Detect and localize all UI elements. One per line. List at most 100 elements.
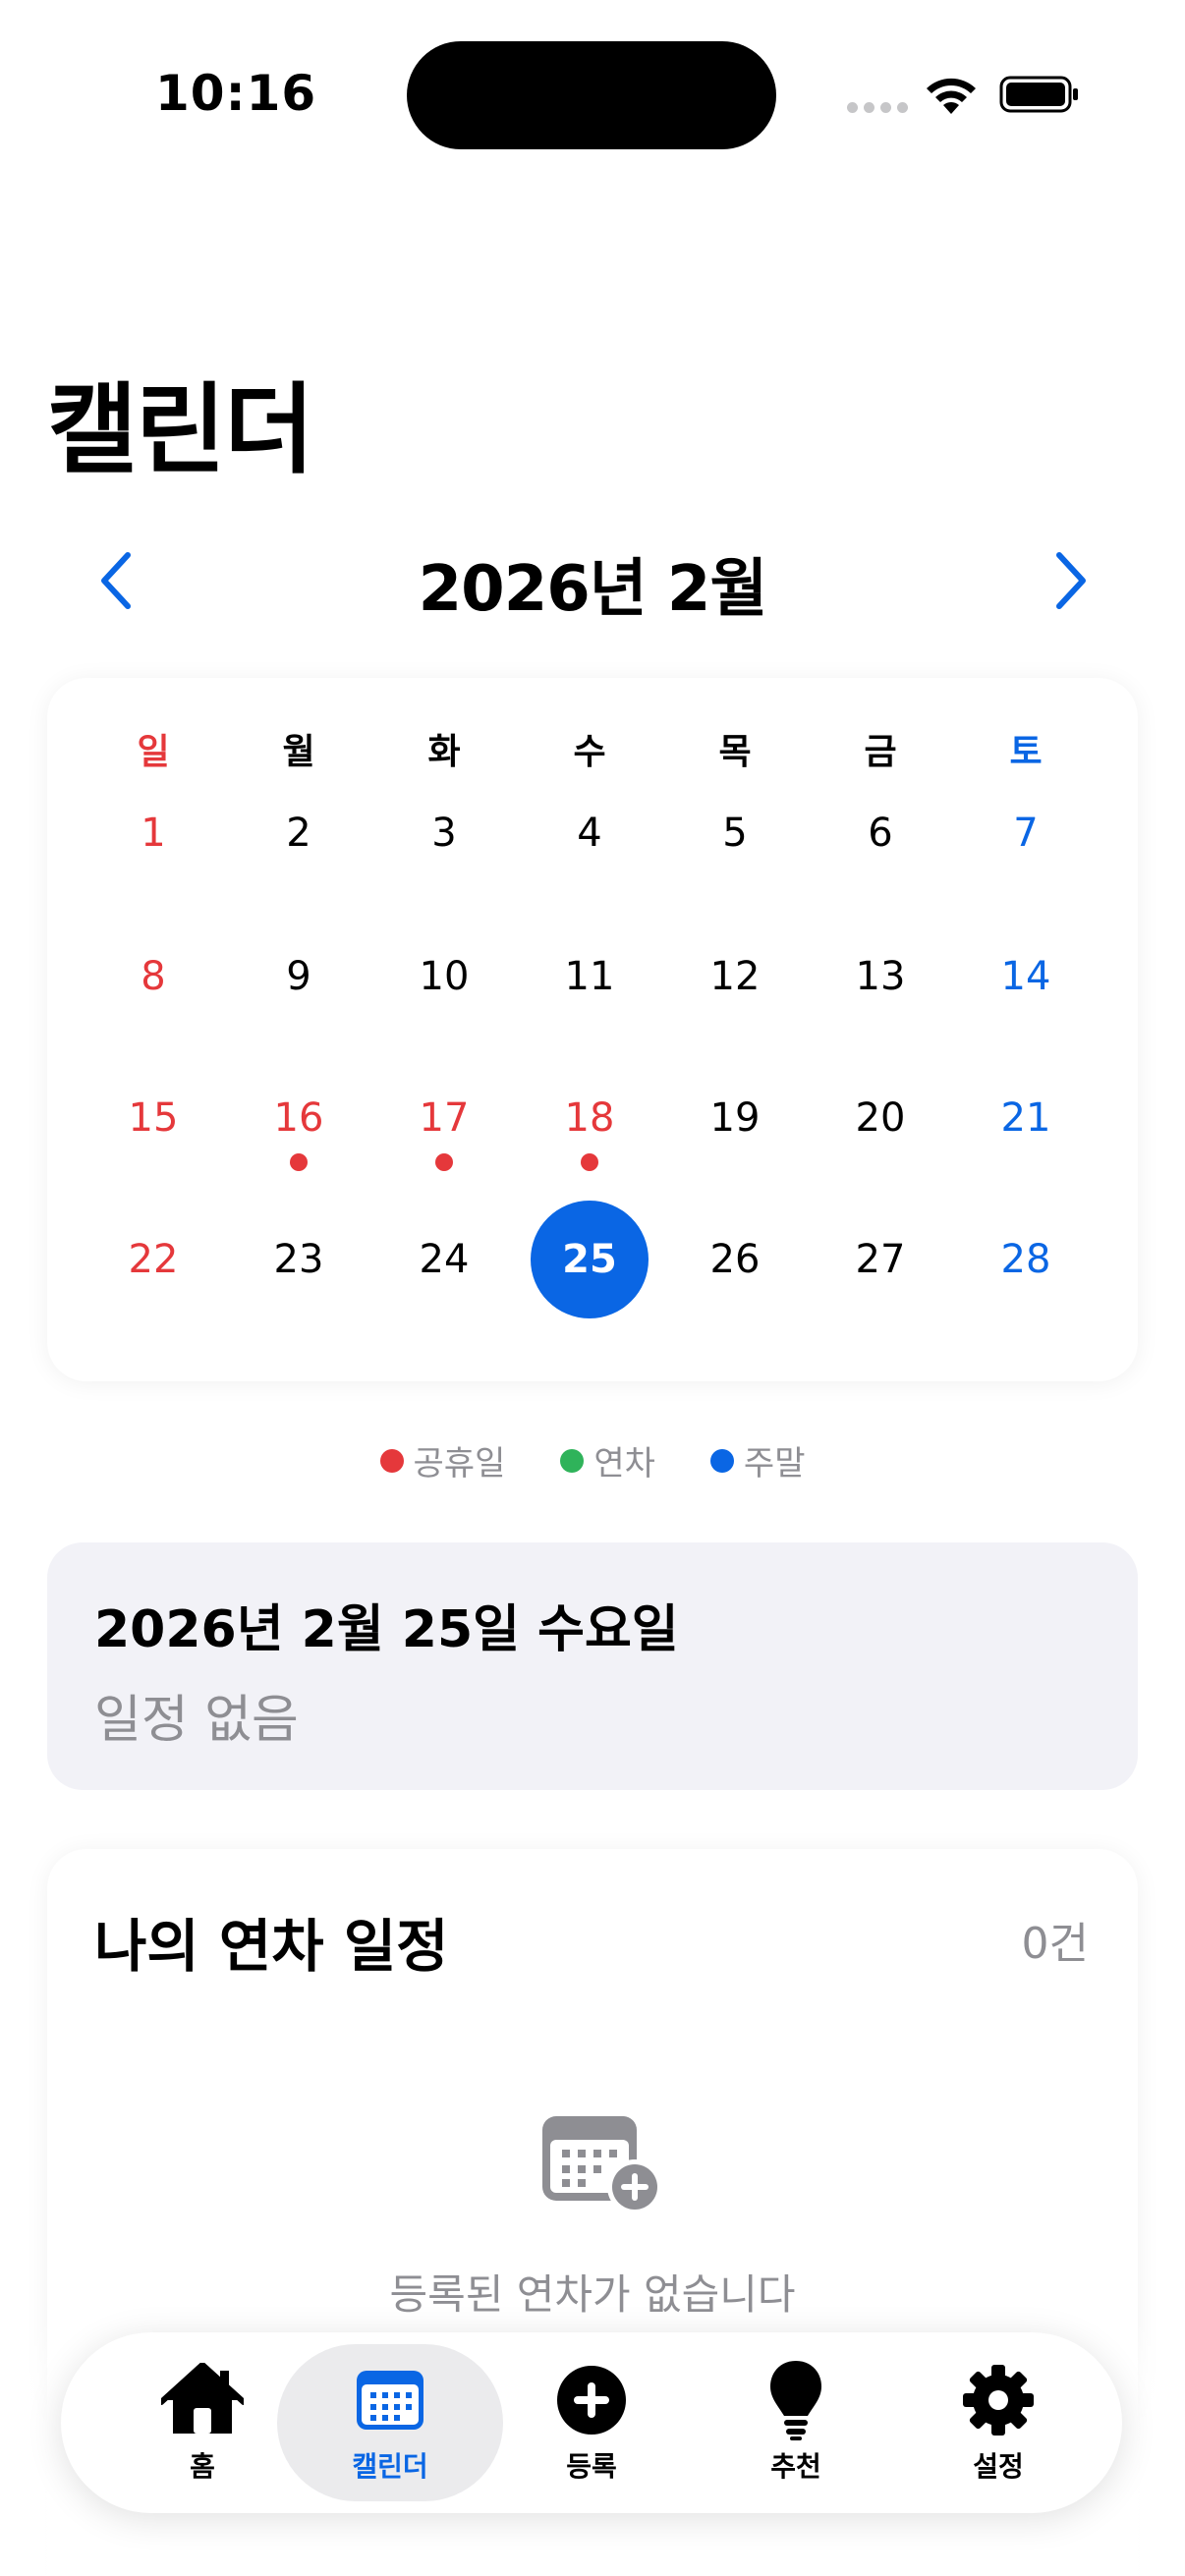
calendar-day-number: 19 bbox=[709, 1095, 761, 1141]
calendar-day-number: 22 bbox=[128, 1237, 179, 1282]
calendar-day[interactable]: 10 bbox=[385, 918, 503, 1036]
tab-register-label: 등록 bbox=[566, 2450, 617, 2483]
calendar-day-selected[interactable]: 25 bbox=[531, 1201, 649, 1318]
house-icon bbox=[161, 2361, 244, 2439]
weekday-header: 수 bbox=[573, 732, 606, 772]
legend-label: 연차 bbox=[593, 1444, 655, 1484]
tab-register[interactable]: 등록 bbox=[485, 2344, 698, 2501]
tab-home-label: 홈 bbox=[190, 2450, 215, 2483]
legend-dot bbox=[379, 1448, 404, 1473]
calendar-day[interactable]: 11 bbox=[531, 918, 649, 1036]
calendar-day[interactable]: 26 bbox=[676, 1201, 794, 1318]
calendar-day-number: 21 bbox=[1000, 1095, 1051, 1141]
calendar-screen: 10:16 캘린더 2026년 2월 일 월 화 수 목 금 토 1 2 3 4 5 6 7 8 9 10 11 1… bbox=[0, 0, 1185, 2576]
tab-settings[interactable]: 설정 bbox=[892, 2344, 1104, 2501]
tab-calendar[interactable]: 캘린더 bbox=[277, 2344, 503, 2501]
legend-label: 공휴일 bbox=[413, 1444, 506, 1484]
calendar-day-number: 25 bbox=[562, 1237, 617, 1282]
calendar-day[interactable]: 27 bbox=[821, 1201, 939, 1318]
holiday-dot bbox=[435, 1153, 453, 1171]
calendar-day[interactable]: 4 bbox=[531, 774, 649, 892]
legend-dot bbox=[560, 1448, 585, 1473]
calendar-day[interactable]: 23 bbox=[240, 1201, 358, 1318]
calendar-grid: 일 월 화 수 목 금 토 1 2 3 4 5 6 7 8 9 10 11 12 13 14 15 16 17 18 19 20 21… bbox=[47, 678, 1138, 1381]
weekday-header: 토 bbox=[1009, 732, 1043, 772]
calendar-day[interactable]: 28 bbox=[967, 1201, 1085, 1318]
calendar-day-number: 2 bbox=[286, 811, 311, 856]
legend-label: 주말 bbox=[743, 1444, 806, 1484]
calendar-day-number: 10 bbox=[419, 954, 470, 999]
calendar-day[interactable]: 24 bbox=[385, 1201, 503, 1318]
calendar-day[interactable]: 9 bbox=[240, 918, 358, 1036]
tab-calendar-label: 캘린더 bbox=[352, 2450, 428, 2483]
cellular-signal-icon bbox=[847, 102, 908, 113]
calendar-day-number: 28 bbox=[1000, 1237, 1051, 1282]
calendar-day[interactable]: 2 bbox=[240, 774, 358, 892]
calendar-day-number: 24 bbox=[419, 1237, 470, 1282]
calendar-day[interactable]: 5 bbox=[676, 774, 794, 892]
calendar-day-number: 12 bbox=[709, 954, 761, 999]
weekday-header: 목 bbox=[718, 732, 752, 772]
calendar-day-number: 14 bbox=[1000, 954, 1051, 999]
calendar-day[interactable]: 12 bbox=[676, 918, 794, 1036]
calendar-day-number: 4 bbox=[577, 811, 602, 856]
next-month-button[interactable] bbox=[1040, 546, 1102, 615]
selected-date-title: 2026년 2월 25일 수요일 bbox=[94, 1600, 679, 1659]
selected-date-empty: 일정 없음 bbox=[94, 1691, 299, 1750]
calendar-day[interactable]: 18 bbox=[531, 1059, 649, 1177]
tab-settings-label: 설정 bbox=[973, 2450, 1024, 2483]
legend-dot bbox=[709, 1448, 734, 1473]
selected-date-card: 2026년 2월 25일 수요일 일정 없음 bbox=[47, 1542, 1138, 1790]
calendar-day-number: 27 bbox=[855, 1237, 906, 1282]
plus-circle-icon bbox=[550, 2361, 633, 2439]
calendar-plus-icon bbox=[542, 2116, 662, 2214]
calendar-day[interactable]: 22 bbox=[94, 1201, 212, 1318]
calendar-day-number: 20 bbox=[855, 1095, 906, 1141]
status-time: 10:16 bbox=[155, 65, 317, 122]
tab-bar: 홈 캘린더 등록 추천 설정 bbox=[61, 2332, 1122, 2513]
calendar-day[interactable]: 17 bbox=[385, 1059, 503, 1177]
calendar-day[interactable]: 16 bbox=[240, 1059, 358, 1177]
legend-item: 연차 bbox=[560, 1436, 655, 1484]
calendar-day-number: 7 bbox=[1013, 811, 1039, 856]
calendar-legend: 공휴일 연차 주말 bbox=[0, 1436, 1185, 1484]
calendar-day-number: 9 bbox=[286, 954, 311, 999]
calendar-day-number: 8 bbox=[141, 954, 166, 999]
calendar-day-number: 18 bbox=[564, 1095, 615, 1141]
tab-recommend-label: 추천 bbox=[770, 2450, 821, 2483]
leave-schedule-count: 0건 bbox=[1021, 1919, 1089, 1969]
page-title: 캘린더 bbox=[47, 372, 314, 487]
calendar-day[interactable]: 19 bbox=[676, 1059, 794, 1177]
calendar-day[interactable]: 13 bbox=[821, 918, 939, 1036]
calendar-day[interactable]: 1 bbox=[94, 774, 212, 892]
calendar-day[interactable]: 15 bbox=[94, 1059, 212, 1177]
calendar-day-number: 1 bbox=[141, 811, 166, 856]
holiday-dot bbox=[290, 1153, 308, 1171]
calendar-day[interactable]: 7 bbox=[967, 774, 1085, 892]
tab-recommend[interactable]: 추천 bbox=[690, 2344, 902, 2501]
calendar-day[interactable]: 6 bbox=[821, 774, 939, 892]
weekday-header: 일 bbox=[137, 732, 170, 772]
calendar-day-number: 17 bbox=[419, 1095, 470, 1141]
battery-icon bbox=[999, 76, 1078, 113]
calendar-day-number: 13 bbox=[855, 954, 906, 999]
calendar-day[interactable]: 8 bbox=[94, 918, 212, 1036]
calendar-day-number: 6 bbox=[868, 811, 893, 856]
chevron-right-icon bbox=[1056, 552, 1086, 609]
holiday-dot bbox=[581, 1153, 598, 1171]
calendar-day[interactable]: 14 bbox=[967, 918, 1085, 1036]
lightbulb-icon bbox=[755, 2361, 837, 2440]
leave-schedule-empty: 등록된 연차가 없습니다 bbox=[389, 2270, 796, 2319]
calendar-day[interactable]: 3 bbox=[385, 774, 503, 892]
month-title: 2026년 2월 bbox=[418, 553, 768, 626]
wifi-icon bbox=[927, 78, 976, 114]
calendar-day-number: 3 bbox=[431, 811, 457, 856]
calendar-day-number: 26 bbox=[709, 1237, 761, 1282]
calendar-day-number: 15 bbox=[128, 1095, 179, 1141]
calendar-day[interactable]: 21 bbox=[967, 1059, 1085, 1177]
weekday-header: 금 bbox=[864, 732, 897, 772]
weekday-header: 화 bbox=[427, 732, 461, 772]
calendar-day-number: 5 bbox=[722, 811, 748, 856]
weekday-header: 월 bbox=[282, 732, 315, 772]
calendar-day[interactable]: 20 bbox=[821, 1059, 939, 1177]
